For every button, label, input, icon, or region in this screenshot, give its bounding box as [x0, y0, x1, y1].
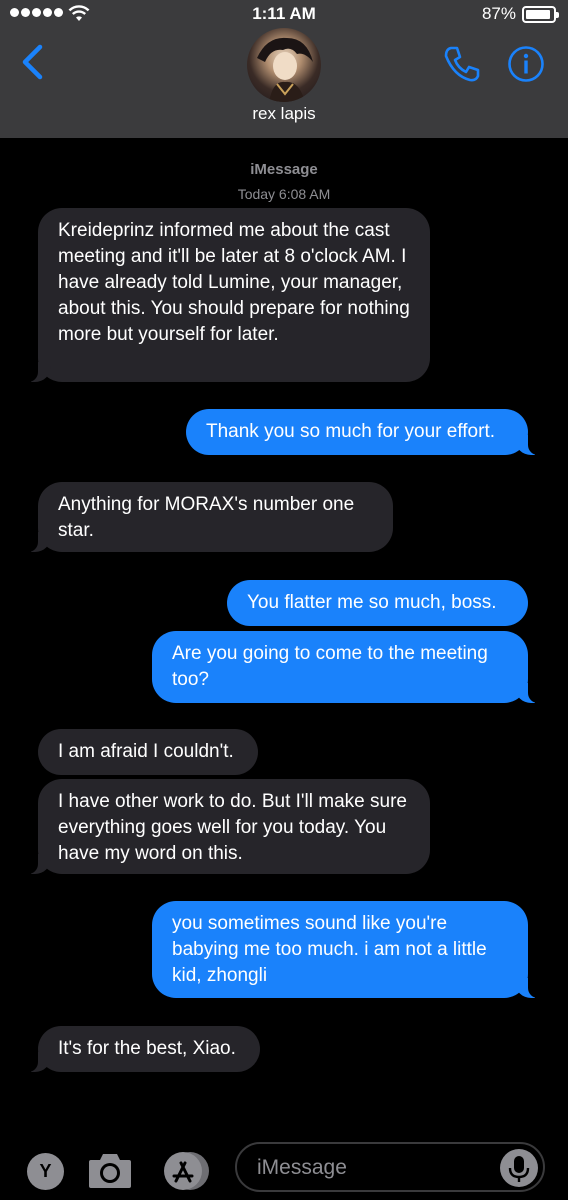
- message-composer: Y: [0, 1132, 568, 1200]
- message-bubble-incoming[interactable]: Anything for MORAX's number one star.: [18, 482, 393, 552]
- message-bubble-outgoing[interactable]: You flatter me so much, boss.: [227, 580, 528, 626]
- message-bubble-incoming[interactable]: It's for the best, Xiao.: [18, 1026, 260, 1072]
- timestamp: Today 6:08 AM: [237, 186, 331, 202]
- message-bubble-incoming[interactable]: I am afraid I couldn't.: [38, 729, 258, 775]
- contact-name[interactable]: rex lapis: [0, 104, 568, 124]
- conversation-header: 1:11 AM 87% rex lapis: [0, 0, 568, 138]
- message-bubble-outgoing[interactable]: you sometimes sound like you're babying …: [152, 901, 548, 998]
- app-shortcut-button[interactable]: Y: [27, 1153, 64, 1190]
- contact-avatar[interactable]: [247, 28, 321, 102]
- message-input-container[interactable]: [235, 1142, 545, 1192]
- message-bubble-outgoing[interactable]: Are you going to come to the meeting too…: [152, 631, 548, 703]
- battery-icon: [522, 6, 559, 23]
- microphone-icon[interactable]: [500, 1149, 538, 1187]
- phone-icon[interactable]: [442, 44, 482, 84]
- status-bar: 1:11 AM 87%: [0, 0, 568, 28]
- info-icon[interactable]: [507, 45, 545, 83]
- service-label: iMessage: [250, 161, 318, 178]
- message-input[interactable]: [257, 1154, 497, 1182]
- message-bubble-incoming[interactable]: Kreideprinz informed me about the cast m…: [18, 208, 430, 382]
- app-store-icon[interactable]: [162, 1151, 210, 1191]
- message-bubble-incoming[interactable]: I have other work to do. But I'll make s…: [18, 779, 430, 874]
- camera-icon[interactable]: [87, 1150, 133, 1190]
- message-bubble-outgoing[interactable]: Thank you so much for your effort.: [186, 409, 548, 455]
- battery-percent: 87%: [481, 4, 516, 23]
- chevron-left-icon[interactable]: [20, 44, 46, 80]
